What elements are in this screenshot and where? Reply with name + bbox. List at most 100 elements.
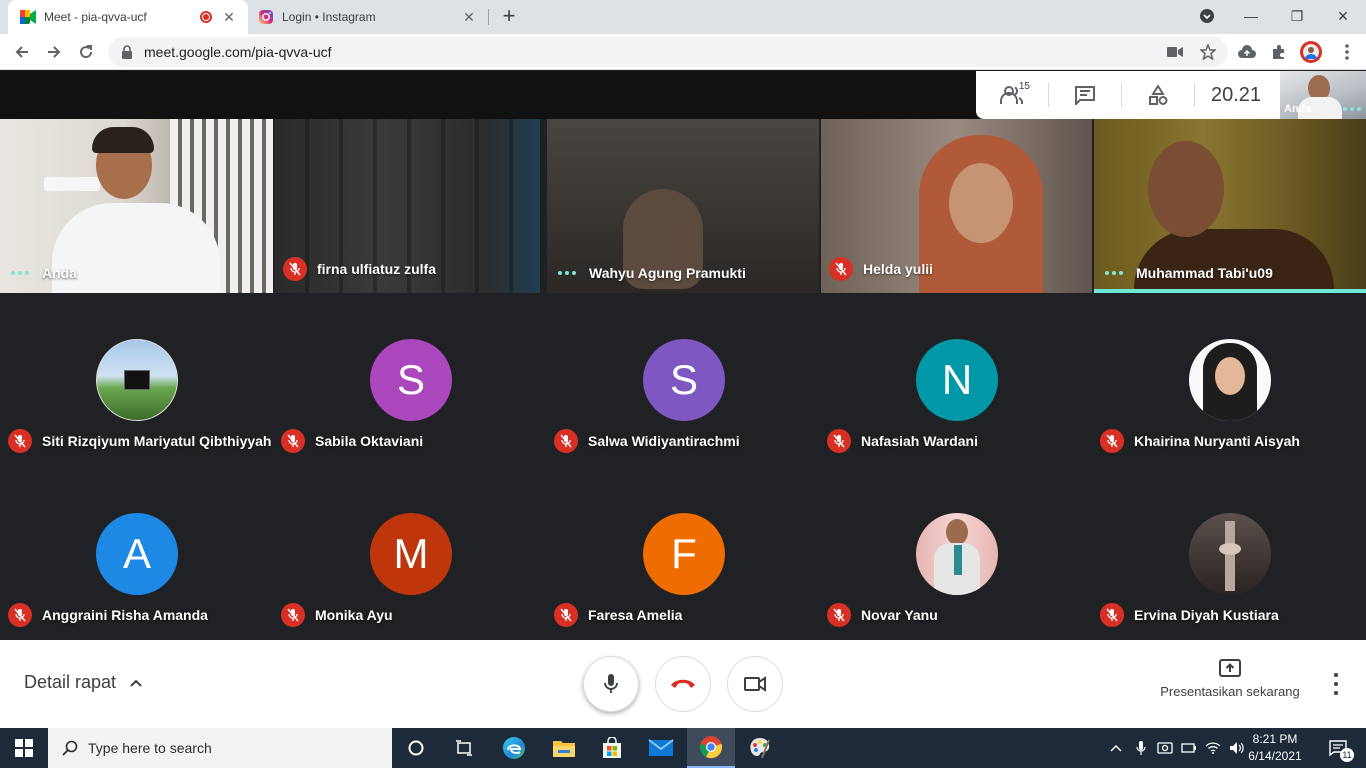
mic-off-icon — [8, 429, 32, 453]
video-tile-firna[interactable]: firna ulfiatuz zulfa — [275, 119, 540, 293]
address-bar[interactable]: meet.google.com/pia-qvva-ucf — [108, 37, 1228, 67]
video-tile-helda[interactable]: Helda yulii — [821, 119, 1092, 293]
show-hidden-icons-button[interactable] — [1106, 728, 1126, 768]
chrome-app[interactable] — [687, 728, 735, 768]
search-placeholder: Type here to search — [88, 740, 212, 756]
audio-indicator-icon — [8, 271, 32, 275]
people-button[interactable]: 15 — [976, 71, 1048, 119]
reload-button[interactable] — [72, 38, 100, 66]
chat-button[interactable] — [1049, 71, 1121, 119]
mic-off-icon — [281, 603, 305, 627]
active-speaker-indicator — [1094, 289, 1366, 293]
url-text: meet.google.com/pia-qvva-ucf — [144, 44, 332, 60]
taskbar-search-box[interactable]: Type here to search — [48, 728, 392, 768]
participant-tile[interactable]: F Faresa Amelia — [546, 471, 819, 639]
participant-tile[interactable]: Siti Rizqiyum Mariyatul Qibthiyyah — [0, 297, 273, 465]
meet-controls-bar: Detail rapat Presentasikan sekarang — [0, 640, 1366, 728]
profile-avatar[interactable] — [1300, 41, 1322, 63]
edge-app[interactable] — [490, 728, 538, 768]
file-explorer-app[interactable] — [540, 728, 588, 768]
avatar-initial: S — [370, 339, 452, 421]
close-tab-icon[interactable]: ✕ — [460, 8, 478, 26]
arrow-left-icon — [15, 46, 28, 58]
back-button[interactable] — [8, 38, 36, 66]
photo-tower-top — [1219, 543, 1241, 555]
start-button[interactable] — [0, 728, 48, 768]
close-tab-icon[interactable]: ✕ — [220, 8, 238, 26]
minimize-button[interactable]: — — [1228, 0, 1274, 32]
audio-indicator-icon — [1340, 107, 1364, 111]
close-window-button[interactable]: ✕ — [1320, 0, 1366, 32]
participant-tile[interactable]: N Nafasiah Wardani — [819, 297, 1092, 465]
present-now-button[interactable]: Presentasikan sekarang — [1148, 658, 1312, 699]
activities-button[interactable] — [1122, 71, 1194, 119]
new-tab-button[interactable]: + — [498, 5, 520, 28]
video-tile-wahyu[interactable]: Wahyu Agung Pramukti — [547, 119, 819, 293]
clock-date: 6/14/2021 — [1248, 749, 1302, 763]
audio-indicator-icon — [555, 271, 579, 275]
instagram-icon — [258, 9, 274, 25]
activities-shapes-icon — [1149, 85, 1168, 105]
clock-time: 8:21 PM — [1252, 732, 1298, 746]
person-face — [949, 163, 1013, 243]
present-screen-icon — [1219, 659, 1241, 677]
taskbar-clock[interactable]: 8:21 PM 6/14/2021 — [1244, 731, 1306, 765]
avatar-initial: A — [96, 513, 178, 595]
cortana-button[interactable] — [392, 728, 440, 768]
microsoft-store-app[interactable] — [588, 728, 636, 768]
mail-app[interactable] — [637, 728, 685, 768]
camera-tray-icon[interactable] — [1154, 728, 1176, 768]
avatar-initial: N — [916, 339, 998, 421]
cloud-upload-icon[interactable] — [1236, 41, 1258, 63]
meeting-details-button[interactable]: Detail rapat — [24, 672, 144, 693]
meeting-info-bar: 15 20.21 — [976, 71, 1280, 119]
windows-logo-icon — [15, 739, 33, 757]
participant-tile[interactable]: Khairina Nuryanti Aisyah — [1092, 297, 1366, 465]
microphone-tray-icon[interactable] — [1130, 728, 1152, 768]
extensions-puzzle-icon[interactable] — [1268, 41, 1290, 63]
participant-tile[interactable]: A Anggraini Risha Amanda — [0, 471, 273, 639]
participant-tile[interactable]: Novar Yanu — [819, 471, 1092, 639]
audio-indicator-icon — [1102, 271, 1126, 275]
meeting-details-label: Detail rapat — [24, 672, 117, 692]
task-view-button[interactable] — [440, 728, 488, 768]
forward-button[interactable] — [40, 38, 68, 66]
paint-palette-icon — [750, 738, 770, 759]
meeting-time: 20.21 — [1210, 83, 1262, 106]
self-view-thumbnail[interactable]: Anda — [1280, 71, 1366, 119]
participant-name: firna ulfiatuz zulfa — [283, 257, 436, 281]
more-options-button[interactable] — [1324, 670, 1348, 698]
restore-button[interactable]: ❐ — [1274, 0, 1320, 32]
participant-name: Nafasiah Wardani — [827, 429, 978, 453]
bookmark-star-icon[interactable] — [1197, 41, 1219, 63]
video-tile-muhammad[interactable]: Muhammad Tabi'u09 — [1094, 119, 1366, 293]
participant-name: Wahyu Agung Pramukti — [555, 265, 746, 281]
battery-icon[interactable] — [1178, 728, 1200, 768]
chat-icon — [1075, 86, 1095, 105]
wifi-icon[interactable] — [1202, 728, 1224, 768]
participant-tile[interactable]: S Salwa Widiyantirachmi — [546, 297, 819, 465]
mic-off-icon — [1100, 603, 1124, 627]
video-tile-anda[interactable]: Anda — [0, 119, 273, 293]
participant-tile[interactable]: M Monika Ayu — [273, 471, 546, 639]
participant-tile[interactable]: Ervina Diyah Kustiara — [1092, 471, 1366, 639]
camera-button[interactable] — [727, 656, 783, 712]
browser-menu-icon[interactable] — [1336, 41, 1358, 63]
leave-call-button[interactable] — [655, 656, 711, 712]
notification-count-badge: 11 — [1340, 748, 1354, 762]
paint-app[interactable] — [736, 728, 784, 768]
participant-count: 15 — [1018, 81, 1030, 92]
self-name: Anda — [1284, 103, 1312, 115]
chevron-up-icon — [1110, 744, 1122, 752]
microphone-button[interactable] — [583, 656, 639, 712]
air-conditioner — [44, 177, 100, 191]
camera-in-use-icon[interactable] — [1164, 41, 1186, 63]
search-icon — [62, 740, 78, 756]
photo-detail — [124, 370, 150, 390]
action-center-button[interactable]: 11 — [1318, 728, 1358, 768]
tab-meet[interactable]: Meet - pia-qvva-ucf ✕ — [8, 0, 248, 34]
tab-instagram[interactable]: Login • Instagram ✕ — [250, 0, 488, 34]
participant-tile[interactable]: S Sabila Oktaviani — [273, 297, 546, 465]
tab-search-button[interactable] — [1184, 0, 1230, 32]
participant-name: Novar Yanu — [827, 603, 938, 627]
